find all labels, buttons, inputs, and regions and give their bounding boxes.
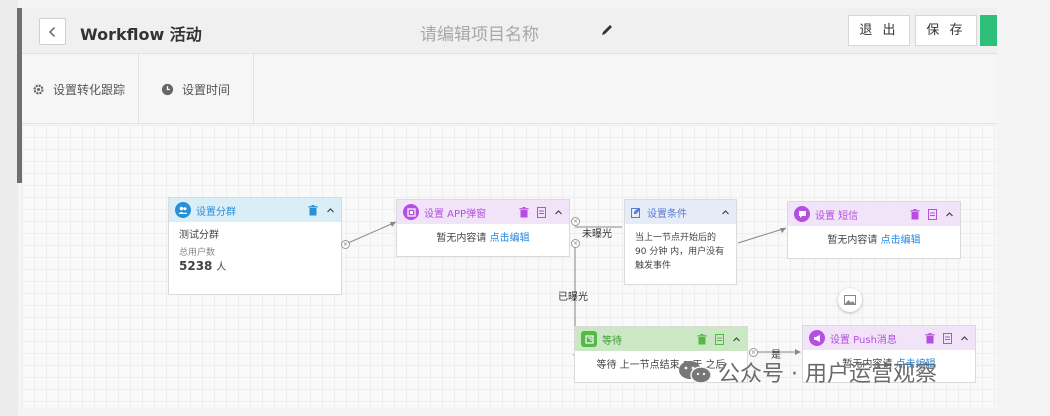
chevron-up-icon[interactable] bbox=[554, 208, 563, 217]
conversion-tracking-label: 设置转化跟踪 bbox=[53, 82, 126, 97]
app-popup-output-port-bottom[interactable]: × bbox=[571, 239, 580, 248]
condition-node-title: 设置条件 bbox=[647, 208, 687, 220]
megaphone-icon bbox=[809, 330, 825, 346]
back-button[interactable] bbox=[39, 18, 66, 45]
segment-node-header: 设置分群 bbox=[169, 198, 341, 222]
image-icon bbox=[844, 295, 856, 305]
page-title: Workflow 活动 bbox=[80, 25, 202, 44]
trash-icon[interactable] bbox=[308, 204, 318, 216]
segment-group-name: 测试分群 bbox=[179, 230, 219, 241]
users-count: 5238 人 bbox=[179, 259, 331, 275]
trash-icon[interactable] bbox=[910, 208, 920, 220]
sms-edit-link[interactable]: 点击编辑 bbox=[881, 235, 921, 246]
chevron-up-icon[interactable] bbox=[732, 335, 741, 344]
segment-node-title: 设置分群 bbox=[196, 206, 236, 218]
copy-icon[interactable] bbox=[715, 333, 724, 345]
condition-node-body: 当上一节点开始后的 90 分钟 内，用户没有 触发事件 bbox=[625, 224, 736, 280]
gear-icon bbox=[33, 83, 44, 95]
watermark: 公众号 · 用户运营观察 bbox=[678, 356, 937, 388]
publish-button[interactable] bbox=[980, 15, 997, 46]
wait-node-header: 等待 bbox=[575, 327, 747, 351]
users-count-unit: 人 bbox=[216, 262, 227, 273]
sms-node-title: 设置 短信 bbox=[815, 210, 859, 222]
trash-icon[interactable] bbox=[925, 332, 935, 344]
users-count-value: 5238 bbox=[179, 259, 213, 273]
editor-header: Workflow 活动 请编辑项目名称 退 出 保 存 bbox=[22, 8, 997, 54]
chevron-left-icon bbox=[48, 26, 56, 38]
save-button[interactable]: 保 存 bbox=[915, 15, 977, 46]
trash-icon[interactable] bbox=[519, 206, 529, 218]
conversion-tracking-button[interactable]: 设置转化跟踪 bbox=[22, 54, 139, 124]
pencil-icon[interactable] bbox=[600, 23, 614, 37]
left-margin bbox=[0, 0, 18, 416]
app-popup-node-header: 设置 APP弹窗 bbox=[397, 200, 569, 224]
chevron-up-icon[interactable] bbox=[326, 206, 335, 215]
image-button[interactable] bbox=[838, 288, 862, 312]
wechat-icon bbox=[679, 361, 712, 384]
sms-node-header: 设置 短信 bbox=[788, 202, 960, 226]
watermark-text: 公众号 · 用户运营观察 bbox=[718, 362, 937, 387]
segment-output-port[interactable]: × bbox=[341, 240, 350, 249]
edge-label-exposed: 已曝光 bbox=[558, 292, 588, 303]
set-time-button[interactable]: 设置时间 bbox=[139, 54, 254, 124]
app-popup-empty-text: 暂无内容请 bbox=[436, 233, 487, 244]
users-icon bbox=[175, 202, 191, 218]
app-popup-output-port-top[interactable]: × bbox=[571, 217, 580, 226]
chevron-up-icon[interactable] bbox=[960, 334, 969, 343]
wait-node-title: 等待 bbox=[602, 335, 622, 347]
clock-icon bbox=[161, 83, 174, 95]
sms-empty-text: 暂无内容请 bbox=[827, 235, 878, 246]
segment-node-body: 测试分群 总用户数 5238 人 bbox=[169, 222, 341, 282]
copy-icon[interactable] bbox=[943, 332, 952, 344]
app-popup-edit-link[interactable]: 点击编辑 bbox=[490, 233, 530, 244]
edit-check-icon bbox=[631, 207, 640, 218]
app-popup-node-title: 设置 APP弹窗 bbox=[424, 208, 487, 220]
set-time-label: 设置时间 bbox=[182, 82, 231, 97]
edge-label-not-exposed: 未曝光 bbox=[582, 229, 612, 240]
condition-desc-line-2: 90 分钟 内，用户没有 bbox=[635, 247, 725, 257]
popup-icon bbox=[403, 204, 419, 220]
condition-desc-line-1: 当上一节点开始后的 bbox=[635, 233, 717, 243]
copy-icon[interactable] bbox=[928, 208, 937, 220]
push-node-header: 设置 Push消息 bbox=[803, 326, 975, 350]
workflow-toolbar: 设置转化跟踪 设置时间 bbox=[22, 54, 997, 124]
message-icon bbox=[794, 206, 810, 222]
workflow-editor: Workflow 活动 请编辑项目名称 退 出 保 存 设置转化跟踪 设置时间 bbox=[22, 8, 997, 408]
push-node-title: 设置 Push消息 bbox=[830, 334, 897, 346]
app-popup-node[interactable]: 设置 APP弹窗 暂无内容请 点击编辑 bbox=[396, 199, 570, 257]
trash-icon[interactable] bbox=[697, 333, 707, 345]
condition-node-header: 设置条件 bbox=[625, 200, 736, 224]
condition-node[interactable]: 设置条件 当上一节点开始后的 90 分钟 内，用户没有 触发事件 bbox=[624, 199, 737, 285]
exit-button[interactable]: 退 出 bbox=[848, 15, 910, 46]
copy-icon[interactable] bbox=[537, 206, 546, 218]
project-name-field[interactable]: 请编辑项目名称 bbox=[420, 20, 539, 45]
segment-node[interactable]: 设置分群 测试分群 总用户数 5238 人 bbox=[168, 197, 342, 295]
users-count-label: 总用户数 bbox=[179, 248, 216, 258]
sms-node[interactable]: 设置 短信 暂无内容请 点击编辑 bbox=[787, 201, 961, 259]
app-popup-node-body: 暂无内容请 点击编辑 bbox=[397, 224, 569, 253]
condition-desc-line-3: 触发事件 bbox=[635, 261, 672, 271]
wait-icon bbox=[581, 331, 597, 347]
chevron-up-icon[interactable] bbox=[945, 210, 954, 219]
sms-node-body: 暂无内容请 点击编辑 bbox=[788, 226, 960, 255]
chevron-up-icon[interactable] bbox=[721, 208, 730, 217]
